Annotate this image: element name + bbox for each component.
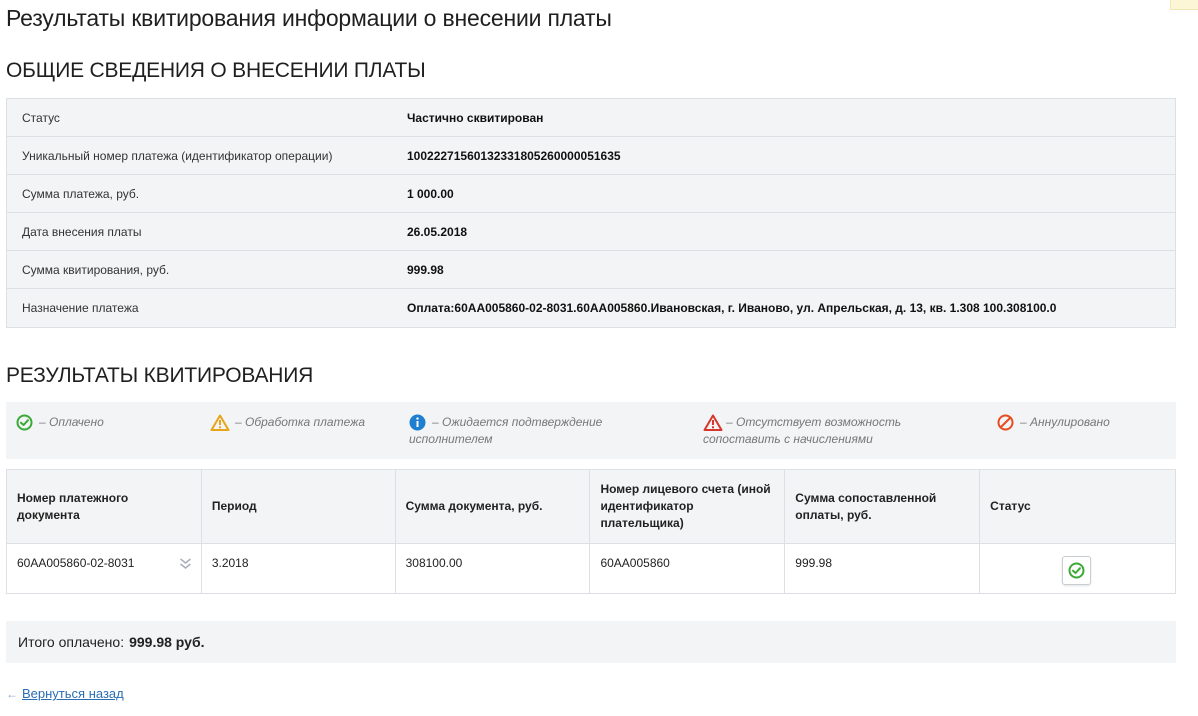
info-row-matched-amount: Сумма квитирования, руб. 999.98 (7, 251, 1175, 289)
legend-item-processing: – Обработка платежа (210, 414, 365, 431)
info-label: Сумма платежа, руб. (22, 186, 140, 201)
legend-item-unmatched: – Отсутствует возможность сопоставить с … (703, 414, 933, 448)
column-header: Сумма документа, руб. (394, 469, 591, 544)
table-row: 60АА005860-02-8031 3.2018 308100.00 60АА… (6, 543, 1176, 594)
doc-amount-cell: 308100.00 (394, 543, 591, 594)
general-section-title: ОБЩИЕ СВЕДЕНИЯ О ВНЕСЕНИИ ПЛАТЫ (6, 59, 426, 82)
check-circle-icon (16, 414, 33, 431)
info-row-payment-id: Уникальный номер платежа (идентификатор … (7, 137, 1175, 175)
results-table: Номер платежного документа Период Сумма … (6, 469, 1176, 594)
doc-number-cell: 60АА005860-02-8031 (6, 543, 202, 594)
back-link-label: Вернуться назад (22, 686, 124, 701)
status-cell (979, 543, 1176, 594)
legend-text: – Отсутствует возможность сопоставить с … (703, 415, 902, 446)
column-header: Номер лицевого счета (иной идентификатор… (589, 469, 786, 544)
info-label: Дата внесения платы (22, 224, 142, 239)
period-cell: 3.2018 (200, 543, 396, 594)
total-bar: Итого оплачено: 999.98 руб. (6, 621, 1176, 663)
info-value: 26.05.2018 (407, 224, 468, 239)
results-section-title: РЕЗУЛЬТАТЫ КВИТИРОВАНИЯ (6, 364, 314, 387)
arrow-left-icon: ← (6, 686, 18, 701)
matched-amount-cell: 999.98 (784, 543, 981, 594)
column-header: Сумма сопоставленной оплаты, руб. (784, 469, 981, 544)
column-header: Номер платежного документа (6, 469, 202, 544)
doc-number: 60АА005860-02-8031 (17, 556, 135, 570)
info-row-status: Статус Частично сквитирован (7, 99, 1175, 137)
info-label: Статус (22, 110, 60, 125)
info-value: 1 000.00 (407, 186, 454, 201)
legend-text: – Ожидается подтверждение исполнителем (409, 415, 603, 446)
status-button[interactable] (1062, 556, 1092, 585)
column-header: Статус (979, 469, 1176, 544)
check-circle-icon (1068, 562, 1085, 579)
info-row-payment-purpose: Назначение платежа Оплата:60АА005860-02-… (7, 289, 1175, 327)
corner-tab (1170, 0, 1198, 10)
general-info-table: Статус Частично сквитирован Уникальный н… (6, 98, 1176, 328)
column-header: Период (200, 469, 396, 544)
alert-icon (703, 414, 723, 431)
cancel-icon (997, 414, 1014, 431)
info-icon (409, 414, 426, 431)
legend-item-awaiting: – Ожидается подтверждение исполнителем (409, 414, 639, 448)
back-link[interactable]: ← Вернуться назад (6, 686, 124, 701)
status-legend: – Оплачено – Обработка платежа – Ожидает… (6, 402, 1176, 459)
info-value: 999.98 (407, 262, 444, 277)
account-cell: 60АА005860 (589, 543, 786, 594)
info-row-payment-date: Дата внесения платы 26.05.2018 (7, 213, 1175, 251)
legend-item-cancelled: – Аннулировано (997, 414, 1110, 431)
chevron-down-icon[interactable] (179, 557, 192, 570)
info-label: Назначение платежа (22, 301, 139, 315)
info-label: Сумма квитирования, руб. (22, 262, 170, 277)
info-label: Уникальный номер платежа (идентификатор … (22, 148, 333, 163)
info-row-payment-amount: Сумма платежа, руб. 1 000.00 (7, 175, 1175, 213)
info-value: Оплата:60АА005860-02-8031.60АА005860.Ива… (407, 301, 1057, 315)
legend-text: – Обработка платежа (235, 415, 366, 429)
legend-item-paid: – Оплачено (16, 414, 104, 431)
table-header-row: Номер платежного документа Период Сумма … (6, 469, 1176, 544)
warning-icon (210, 414, 230, 431)
info-value: 10022271560132331805260000051635 (407, 148, 621, 163)
info-value: Частично сквитирован (407, 110, 544, 125)
total-label: Итого оплачено: (18, 634, 125, 650)
page-title: Результаты квитирования информации о вне… (6, 5, 612, 31)
total-value: 999.98 руб. (129, 634, 205, 650)
